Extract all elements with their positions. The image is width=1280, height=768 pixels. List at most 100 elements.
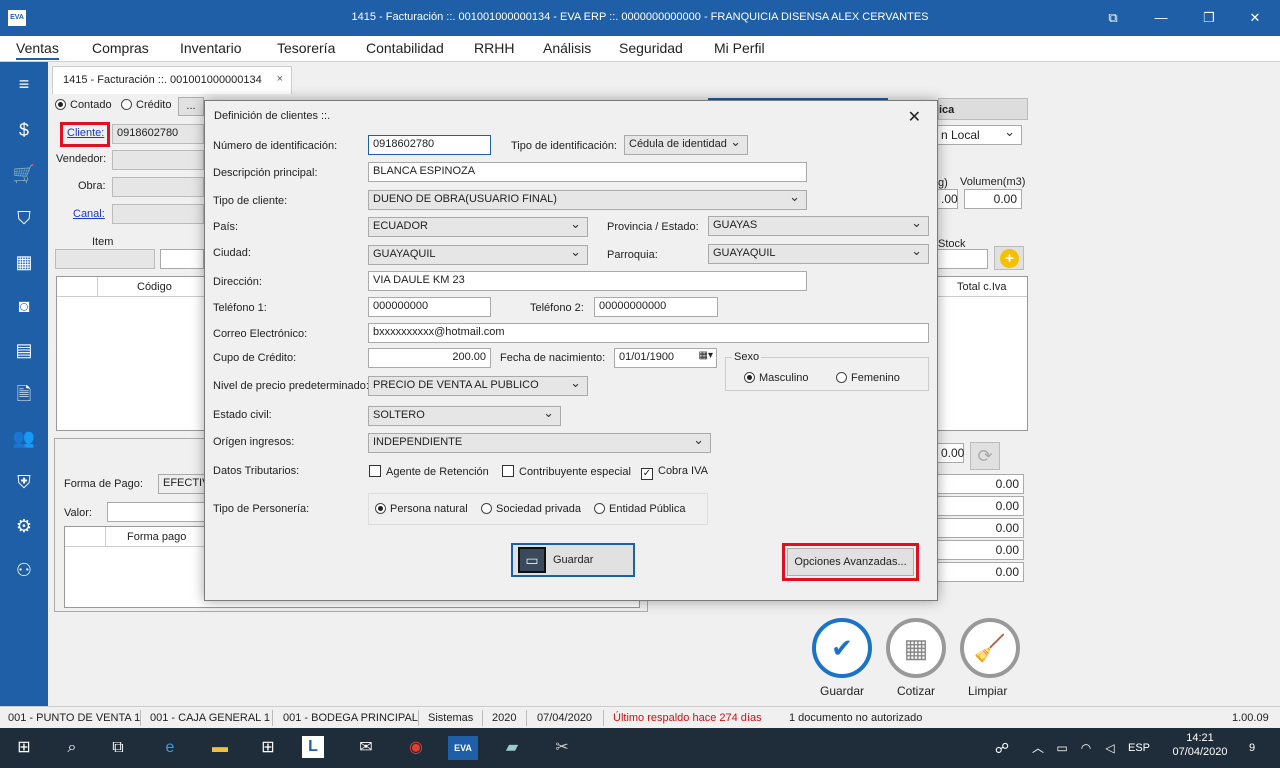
natural-option[interactable]: Persona natural [375,503,468,515]
entidad-radio-icon[interactable] [594,503,605,514]
tipo-cliente-select[interactable]: DUENO DE OBRA(USUARIO FINAL) [368,189,807,210]
forma-pago-select[interactable]: EFECTIV [158,474,209,494]
tel1-field[interactable]: 000000000 [368,297,491,317]
payment-credito[interactable]: Crédito [121,99,171,111]
volume-icon[interactable]: ◁ [1096,736,1124,760]
tools-icon[interactable]: ✂ [548,736,576,760]
cart-icon[interactable]: 🛒 [10,160,38,188]
file-explorer-icon[interactable]: ▬ [206,736,234,760]
payment-contado[interactable]: Contado [55,99,112,111]
menu-mi-perfil[interactable]: Mi Perfil [714,40,765,56]
cotizar-action-button[interactable]: ▦ [886,618,946,678]
close-tab-icon[interactable]: × [277,73,283,85]
calculator-icon[interactable]: ▦ [10,248,38,276]
sociedad-radio-icon[interactable] [481,503,492,514]
fecha-field[interactable]: 01/01/1900 ▦▾ [614,348,717,368]
l-app-icon[interactable]: L [302,736,324,758]
money-hand-icon[interactable]: $ [10,116,38,144]
num-id-field[interactable]: 0918602780 [368,135,491,155]
register-icon[interactable]: ▤ [10,336,38,364]
cash-icon[interactable]: ◙ [10,292,38,320]
agente-check-icon[interactable] [369,465,381,477]
direccion-field[interactable]: VIA DAULE KM 23 [368,271,807,291]
femenino-radio-icon[interactable] [836,372,847,383]
stock-field[interactable] [936,249,988,269]
org-chart-icon[interactable]: ⚇ [10,556,38,584]
mail-icon[interactable]: ✉ [352,736,380,760]
contribuyente-checkbox[interactable]: Contribuyente especial [502,465,631,478]
nivel-select[interactable]: PRECIO DE VENTA AL PUBLICO [368,375,588,396]
canal-field[interactable] [112,204,204,224]
cliente-link[interactable]: Cliente: [67,127,104,139]
canal-link[interactable]: Canal: [73,208,105,220]
opciones-avanzadas-button[interactable]: Opciones Avanzadas... [787,548,914,576]
windows-start-icon[interactable]: ⊞ [10,736,38,760]
credito-radio-icon[interactable] [121,99,132,110]
restore-icon[interactable]: ⧉ [1098,8,1128,28]
edge-icon[interactable]: e [156,736,184,760]
notebook-icon[interactable]: ▰ [498,736,526,760]
task-view-icon[interactable]: ⧉ [104,736,132,760]
dots-button[interactable]: ... [178,97,204,116]
menu-rrhh[interactable]: RRHH [474,40,514,56]
ciudad-select[interactable]: GUAYAQUIL [368,244,588,265]
refresh-icon[interactable]: ⟳ [970,442,1000,470]
masculino-radio-icon[interactable] [744,372,755,383]
status-documento[interactable]: 1 documento no autorizado [789,712,922,724]
cliente-field[interactable]: 0918602780 [112,124,204,144]
correo-field[interactable]: bxxxxxxxxxx@hotmail.com [368,323,929,343]
estado-select[interactable]: SOLTERO [368,405,561,426]
parroquia-select[interactable]: GUAYAQUIL [708,243,929,264]
menu-contabilidad[interactable]: Contabilidad [366,40,444,56]
peso-field[interactable]: .00 [936,189,958,209]
tel2-field[interactable]: 00000000000 [594,297,718,317]
language-indicator[interactable]: ESP [1124,736,1154,760]
pais-select[interactable]: ECUADOR [368,216,588,237]
valor-field[interactable] [107,502,206,522]
eva-app-icon[interactable]: EVA [448,736,478,760]
obra-field[interactable] [112,177,204,197]
calendar-icon[interactable]: ▦▾ [699,350,713,361]
local-select[interactable]: n Local [936,124,1022,145]
entidad-option[interactable]: Entidad Pública [594,503,685,515]
search-icon[interactable]: ⌕ [58,736,86,760]
menu-compras[interactable]: Compras [92,40,149,56]
cobra-check-icon[interactable]: ✓ [641,468,653,480]
guardar-button[interactable]: ▭ Guardar [511,543,635,577]
close-icon[interactable]: ✕ [1240,8,1270,28]
femenino-option[interactable]: Femenino [836,372,900,384]
vendedor-field[interactable] [112,150,204,170]
users-icon[interactable]: 👥 [10,424,38,452]
limpiar-action-button[interactable]: 🧹 [960,618,1020,678]
cobra-iva-checkbox[interactable]: ✓ Cobra IVA [641,465,708,480]
menu-seguridad[interactable]: Seguridad [619,40,683,56]
clock[interactable]: 14:21 07/04/2020 [1170,732,1230,758]
provincia-select[interactable]: GUAYAS [708,215,929,236]
store-icon[interactable]: ⊞ [254,736,282,760]
contribuyente-check-icon[interactable] [502,465,514,477]
natural-radio-icon[interactable] [375,503,386,514]
item-field[interactable] [55,249,155,269]
desc-field[interactable]: BLANCA ESPINOZA [368,162,807,182]
dialog-close-icon[interactable]: ✕ [908,107,921,127]
volumen-field[interactable]: 0.00 [964,189,1022,209]
item-search-field[interactable] [160,249,204,269]
document-tab[interactable]: 1415 - Facturación ::. 001001000000134 × [52,66,292,94]
basket-icon[interactable]: ⛉ [10,204,38,232]
menu-analisis[interactable]: Análisis [543,40,591,56]
chrome-icon[interactable]: ◉ [402,736,430,760]
menu-tesoreria[interactable]: Tesorería [277,40,335,56]
agente-checkbox[interactable]: Agente de Retención [369,465,489,478]
invoice-icon[interactable]: 🗎 [10,380,38,408]
masculino-option[interactable]: Masculino [744,372,809,384]
sociedad-option[interactable]: Sociedad privada [481,503,581,515]
origen-select[interactable]: INDEPENDIENTE [368,432,711,453]
shield-icon[interactable]: ⛨ [10,468,38,496]
maximize-icon[interactable]: ❐ [1194,8,1224,28]
contado-radio-icon[interactable] [55,99,66,110]
menu-ventas[interactable]: Ventas [16,40,59,60]
tipo-id-select[interactable]: Cédula de identidad [624,134,748,155]
cupo-field[interactable]: 200.00 [368,348,491,368]
add-item-button[interactable]: + [994,246,1024,270]
hamburger-icon[interactable]: ≡ [10,70,38,98]
